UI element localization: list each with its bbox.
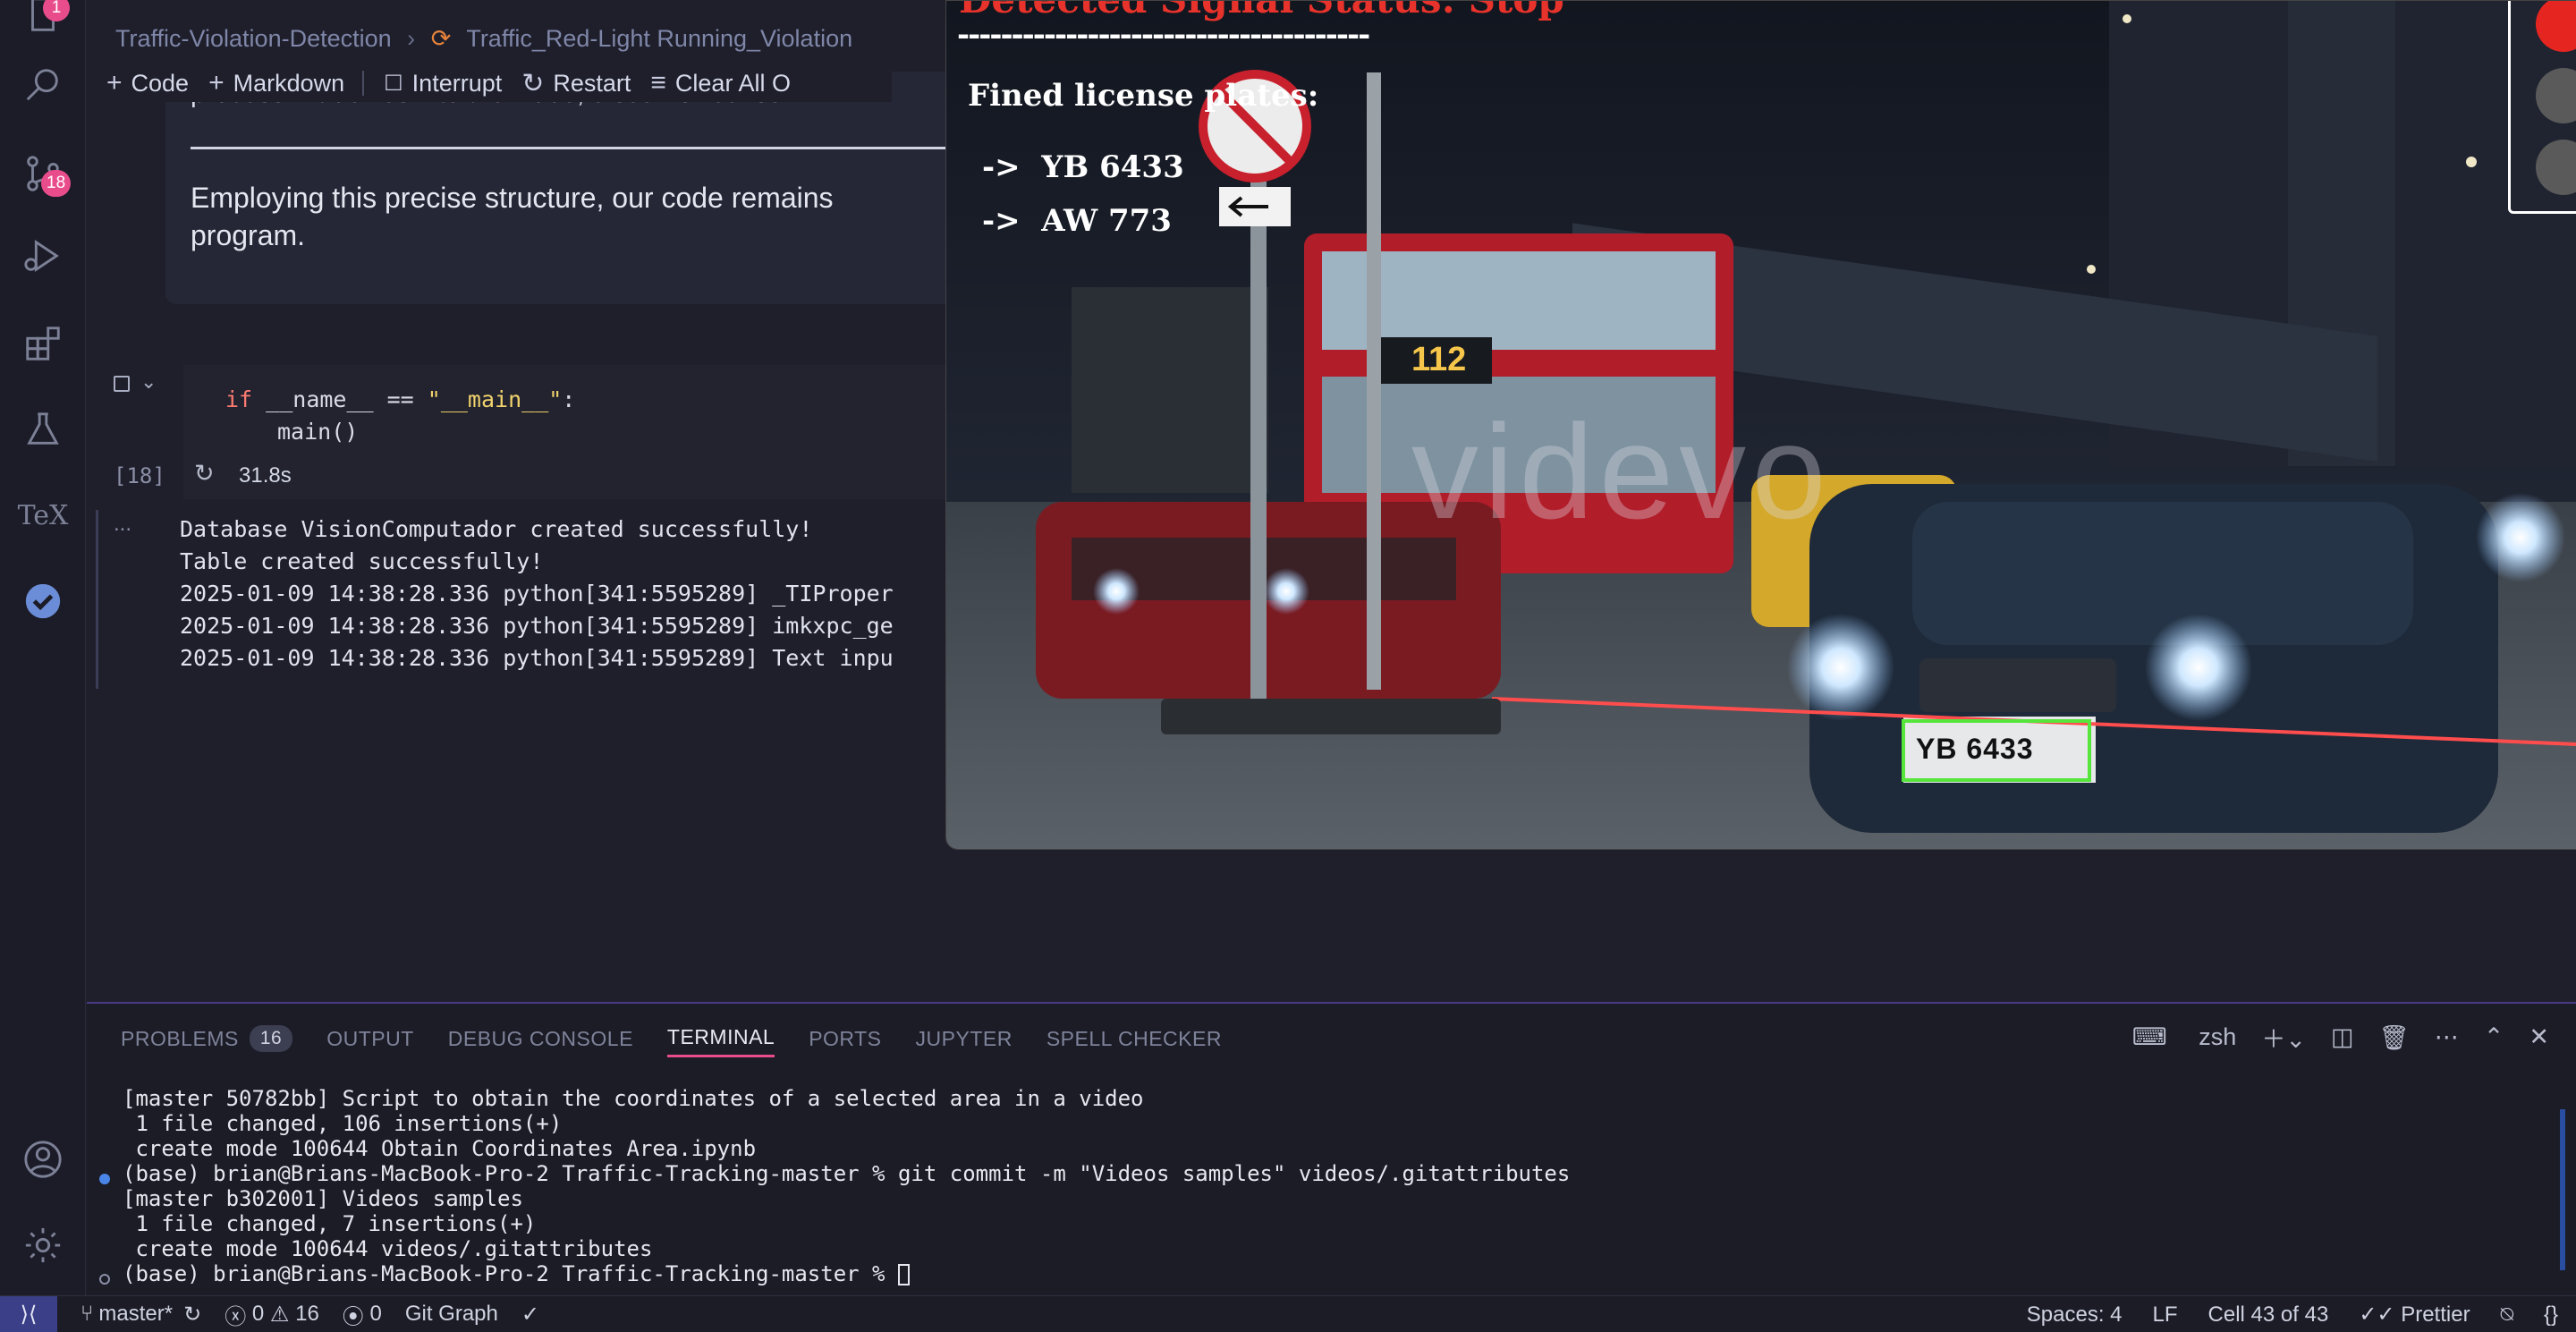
add-markdown-button[interactable]: + Markdown (208, 68, 344, 98)
chevron-down-icon[interactable]: ⌄ (140, 370, 157, 394)
warning-icon: ⚠ (269, 1302, 290, 1327)
add-code-button[interactable]: + Code (106, 68, 189, 98)
sync-icon: ↻ (183, 1302, 202, 1327)
bottom-panel: PROBLEMS 16 OUTPUT DEBUG CONSOLE TERMINAL… (87, 1002, 2576, 1295)
ports-status[interactable]: ⦿ 0 (343, 1299, 382, 1330)
markdown-paragraph: Employing this precise structure, our co… (191, 182, 834, 251)
broadcast-icon: ⦿ (342, 1304, 364, 1329)
git-branch[interactable]: ⑂ master* ↻ (80, 1302, 201, 1328)
tab-terminal[interactable]: TERMINAL (666, 1025, 775, 1057)
split-terminal-icon[interactable]: ◫ (2331, 1023, 2354, 1051)
check-icon[interactable]: ✓ (521, 1302, 539, 1328)
plus-icon: + (208, 68, 225, 98)
fined-plate-item: -> YB 6433 (982, 149, 1184, 185)
stop-square-icon: ☐ (384, 71, 403, 96)
breadcrumb-file[interactable]: Traffic_Red-Light Running_Violation (466, 25, 852, 52)
breadcrumb-folder[interactable]: Traffic-Violation-Detection (115, 25, 392, 52)
output-collapse-bar[interactable] (96, 510, 98, 689)
git-graph-button[interactable]: Git Graph (405, 1302, 498, 1327)
maximize-panel-icon[interactable]: ⌃ (2484, 1023, 2504, 1051)
video-window[interactable]: 112 videvo Detected Signal Status: Stop … (945, 0, 2576, 850)
terminal-cursor (897, 1264, 910, 1285)
code-line-2: main() (277, 419, 359, 445)
scm-badge: 18 (41, 170, 72, 197)
remote-icon[interactable]: ⟩⟨ (0, 1295, 57, 1332)
panel-actions: ⌨ zsh ＋⌄ ◫ 🗑 ⋯ ⌃ ✕ (2082, 1020, 2549, 1055)
notifications-muted-icon[interactable]: ⍉ (2501, 1302, 2513, 1328)
bus-route-number: 112 (1411, 341, 1467, 378)
terminal-icon: ⌨ (2131, 1023, 2167, 1050)
settings-gear-icon[interactable] (21, 1224, 64, 1267)
command-decoration-icon (99, 1274, 110, 1285)
clear-all-outputs-button[interactable]: ≡ Clear All O (650, 68, 791, 98)
code-line-1: if __name__ == "__main__": (225, 386, 576, 412)
output-more-icon[interactable]: ... (114, 512, 131, 537)
tex-icon[interactable]: TeX (18, 494, 69, 537)
restart-icon: ↻ (521, 68, 545, 98)
clear-all-icon: ≡ (650, 68, 666, 98)
plate-detection-box (1902, 719, 2091, 782)
problems-status[interactable]: ⓧ 0 ⚠ 16 (225, 1299, 319, 1330)
explorer-badge: 1 (43, 0, 70, 21)
terminal-output[interactable]: [master 50782bb] Script to obtain the co… (123, 1086, 1570, 1286)
braces-icon[interactable]: {} (2544, 1302, 2558, 1328)
cell-output: Database VisionComputador created succes… (180, 516, 894, 671)
jupyter-file-icon: ⟳ (430, 25, 452, 52)
testing-icon[interactable] (21, 408, 64, 451)
execution-duration: 31.8s (239, 463, 292, 488)
checklist-icon[interactable] (21, 580, 64, 623)
run-debug-icon[interactable] (21, 234, 64, 277)
new-terminal-plus-icon[interactable]: ＋⌄ (2261, 1020, 2306, 1055)
fined-plates-label: Fined license plates: (968, 78, 1319, 114)
explorer-icon[interactable]: 1 (21, 0, 70, 38)
green-light (2536, 140, 2576, 195)
indentation-status[interactable]: Spaces: 4 (2027, 1302, 2123, 1328)
double-check-icon: ✓✓ (2359, 1302, 2395, 1327)
notebook-toolbar: + Code + Markdown ☐ Interrupt ↻ Restart ≡ Cle… (87, 64, 892, 102)
plus-icon: + (106, 68, 123, 98)
red-light (2536, 1, 2576, 52)
fined-plate-item: -> AW 773 (982, 203, 1172, 239)
cell-position-status[interactable]: Cell 43 of 43 (2208, 1302, 2329, 1328)
eol-status[interactable]: LF (2153, 1302, 2178, 1328)
tab-debug-console[interactable]: DEBUG CONSOLE (448, 1027, 633, 1056)
search-icon[interactable] (21, 63, 64, 106)
activity-bar: 1 18 TeX (0, 0, 86, 1295)
branch-icon: ⑂ (80, 1302, 94, 1326)
tab-spell-checker[interactable]: SPELL CHECKER (1046, 1027, 1222, 1056)
watermark: videvo (1411, 396, 1832, 547)
problems-count-badge: 16 (249, 1025, 293, 1052)
execution-count: [18] (114, 463, 165, 488)
breadcrumb: Traffic-Violation-Detection › ⟳ Traffic_… (115, 25, 861, 53)
markdown-horizontal-rule (191, 147, 951, 149)
close-panel-icon[interactable]: ✕ (2529, 1023, 2549, 1051)
panel-scrollbar[interactable] (2560, 1109, 2565, 1270)
source-control-icon[interactable]: 18 (21, 152, 72, 197)
error-icon: ⓧ (225, 1304, 247, 1329)
status-right: Spaces: 4 LF Cell 43 of 43 ✓✓ Prettier ⍉… (1996, 1296, 2558, 1332)
interrupt-button[interactable]: ☐ Interrupt (384, 70, 502, 98)
prettier-status[interactable]: ✓✓ Prettier (2359, 1302, 2470, 1328)
traffic-light-indicator (2508, 1, 2576, 214)
amber-light (2536, 68, 2576, 123)
extensions-icon[interactable] (21, 322, 64, 365)
trash-icon[interactable]: 🗑 (2378, 1023, 2409, 1052)
tab-problems[interactable]: PROBLEMS 16 (121, 1025, 293, 1057)
toolbar-divider (362, 71, 365, 96)
chevron-right-icon: › (407, 25, 416, 52)
tab-ports[interactable]: PORTS (809, 1027, 881, 1056)
notebook-editor: Traffic-Violation-Detection › ⟳ Traffic_… (87, 0, 2576, 1002)
cell-select-checkbox[interactable] (114, 376, 130, 392)
more-actions-icon[interactable]: ⋯ (2435, 1023, 2459, 1051)
terminal-shell-selector[interactable]: ⌨ zsh (2107, 1023, 2237, 1051)
tab-output[interactable]: OUTPUT (326, 1027, 414, 1056)
account-icon[interactable] (21, 1138, 64, 1181)
command-decoration-icon (99, 1174, 110, 1184)
status-bar: ⟩⟨ ⑂ master* ↻ ⓧ 0 ⚠ 16 ⦿ 0 Git Graph ✓ Sp… (0, 1295, 2576, 1332)
signal-status-divider: -------------------------------------- (957, 17, 1370, 53)
executing-spinner-icon: ↻ (194, 460, 215, 487)
tab-jupyter[interactable]: JUPYTER (916, 1027, 1013, 1056)
panel-tabs: PROBLEMS 16 OUTPUT DEBUG CONSOLE TERMINAL… (87, 1023, 1222, 1059)
restart-button[interactable]: ↻ Restart (521, 68, 631, 99)
